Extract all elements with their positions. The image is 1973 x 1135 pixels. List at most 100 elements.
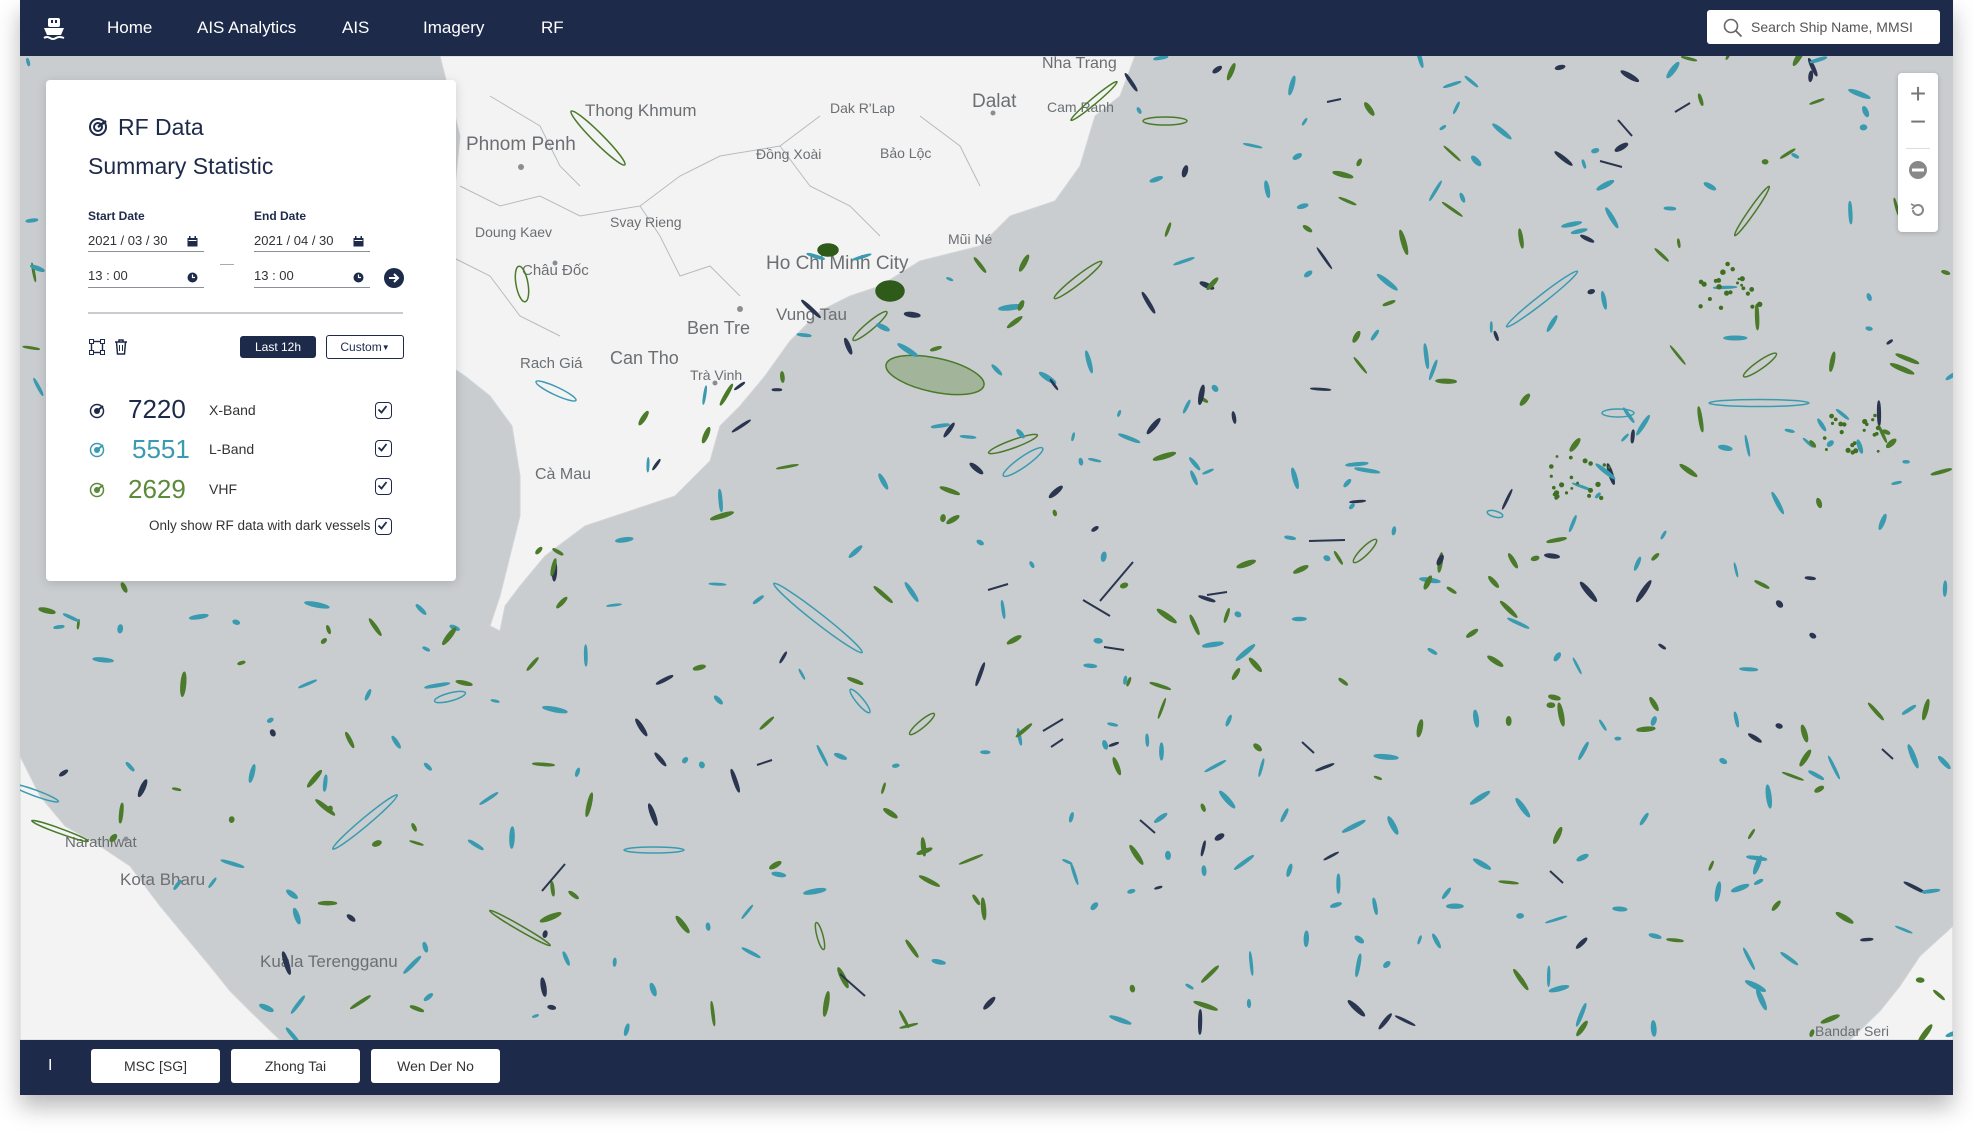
rf-cluster-dot — [1757, 301, 1763, 307]
rf-detection — [1942, 580, 1948, 597]
lband-icon — [89, 442, 105, 463]
rf-cluster-dot — [1582, 458, 1588, 464]
rf-cluster-dot — [1607, 465, 1611, 469]
rf-cluster-dot — [1850, 443, 1855, 448]
rf-detection — [1915, 977, 1925, 983]
rf-cluster-dot — [1833, 417, 1838, 422]
rf-detection — [1435, 378, 1457, 384]
place-label: Cam Ranh — [1047, 99, 1114, 115]
rf-detection — [980, 750, 991, 755]
rf-detection — [940, 514, 946, 523]
rf-detection — [1336, 873, 1341, 894]
rf-detection — [646, 457, 650, 473]
calendar-icon[interactable] — [353, 234, 364, 252]
rf-cluster-dot — [1555, 455, 1559, 458]
rf-cluster-dot — [1568, 455, 1573, 460]
clock-icon[interactable] — [187, 270, 198, 288]
reset-view-icon[interactable] — [1909, 201, 1927, 224]
end-date-value[interactable]: 2021 / 04 / 30 — [254, 233, 334, 248]
ship-search-box[interactable] — [1707, 10, 1940, 44]
xband-checkbox[interactable] — [375, 402, 392, 419]
rf-detection — [509, 826, 515, 849]
rf-cluster-dot — [1875, 425, 1881, 431]
rf-cluster-dot — [1725, 261, 1730, 267]
trash-icon[interactable] — [114, 339, 128, 360]
rf-cluster-dot — [1724, 290, 1730, 296]
rf-detection — [1546, 965, 1551, 987]
rf-cluster-dot — [1718, 305, 1724, 310]
rf-cluster-dot — [1839, 430, 1844, 435]
dark-vessels-checkbox[interactable] — [375, 518, 392, 535]
rf-cluster-dot — [1824, 448, 1828, 451]
custom-button-label: Custom — [340, 340, 382, 354]
clock-icon[interactable] — [353, 270, 364, 288]
rf-cluster-dot — [1698, 304, 1703, 309]
place-label: Phnom Penh — [466, 134, 576, 155]
lband-checkbox[interactable] — [375, 440, 392, 457]
rf-detection — [1761, 159, 1769, 165]
xband-count: 7220 — [128, 394, 186, 424]
rf-detection — [1446, 903, 1464, 909]
custom-range-button[interactable]: Custom▼ — [326, 335, 404, 359]
panel-title: RF Data — [118, 114, 204, 140]
vessel-chip[interactable]: Zhong Tai — [231, 1049, 360, 1083]
rf-detection — [1516, 913, 1524, 919]
nav-rf[interactable]: RF — [541, 18, 564, 38]
calendar-icon[interactable] — [187, 234, 198, 252]
rf-cluster-dot — [1701, 281, 1707, 287]
rf-cluster-dot — [1830, 421, 1835, 425]
place-label: Nha Trang — [1042, 56, 1117, 72]
xband-icon — [89, 403, 105, 424]
vhf-checkbox[interactable] — [375, 478, 392, 495]
rf-detection — [1246, 998, 1252, 1009]
place-label: Bảo Lộc — [880, 145, 931, 161]
rf-detection — [1876, 400, 1882, 427]
search-input[interactable] — [1751, 10, 1935, 44]
place-label: Can Tho — [610, 348, 679, 368]
place-label: Doung Kaev — [475, 224, 552, 240]
rf-cluster-dot — [1588, 487, 1593, 493]
rf-detection — [228, 816, 235, 823]
rf-cluster-dot — [1829, 413, 1834, 419]
apply-arrow-icon[interactable] — [384, 268, 404, 293]
start-time-value[interactable]: 13 : 00 — [88, 268, 128, 283]
polygon-select-icon[interactable] — [89, 339, 105, 360]
rf-detection — [1489, 321, 1493, 333]
vessel-chip[interactable]: Wen Der No — [371, 1049, 500, 1083]
rf-detection — [612, 957, 617, 967]
lband-label: L-Band — [209, 441, 255, 457]
rf-cluster-dot — [1728, 290, 1733, 295]
rf-cluster-dot — [1549, 474, 1553, 478]
rf-cluster-dot — [1602, 463, 1607, 467]
place-label: Kota Bharu — [120, 870, 205, 889]
rf-cluster-dot — [1741, 286, 1746, 291]
nav-imagery[interactable]: Imagery — [423, 18, 484, 38]
start-date-value[interactable]: 2021 / 03 / 30 — [88, 233, 168, 248]
rf-cluster-dot — [1750, 304, 1755, 309]
last-12h-button[interactable]: Last 12h — [240, 336, 316, 358]
compass-icon[interactable] — [1908, 160, 1928, 185]
place-label: Ben Tre — [687, 318, 750, 338]
rf-detection — [1159, 742, 1164, 761]
rf-detection — [1614, 736, 1622, 741]
nav-home[interactable]: Home — [107, 18, 152, 38]
bar-handle[interactable]: I — [48, 1057, 52, 1075]
zoom-out-button[interactable]: − — [1898, 103, 1938, 141]
vhf-count: 2629 — [128, 474, 186, 504]
end-time-value[interactable]: 13 : 00 — [254, 268, 294, 283]
rf-cluster-dot — [1730, 267, 1735, 272]
place-label: Dalat — [972, 91, 1017, 112]
vessel-chip[interactable]: MSC [SG] — [91, 1049, 220, 1083]
place-label: Thong Khmum — [585, 101, 697, 120]
end-date-label: End Date — [254, 209, 307, 223]
rf-cluster-dot — [1576, 481, 1580, 485]
panel-subtitle: Summary Statistic — [88, 153, 274, 179]
rf-cluster-dot — [1720, 269, 1726, 275]
rf-cluster-dot — [1549, 464, 1554, 469]
vhf-label: VHF — [209, 481, 237, 497]
rf-cluster-dot — [1739, 276, 1745, 282]
nav-ais-analytics[interactable]: AIS Analytics — [197, 18, 296, 38]
ship-logo-icon[interactable] — [40, 14, 68, 42]
bottom-vessel-bar: I MSC [SG] Zhong Tai Wen Der No — [20, 1040, 1953, 1095]
nav-ais[interactable]: AIS — [342, 18, 369, 38]
